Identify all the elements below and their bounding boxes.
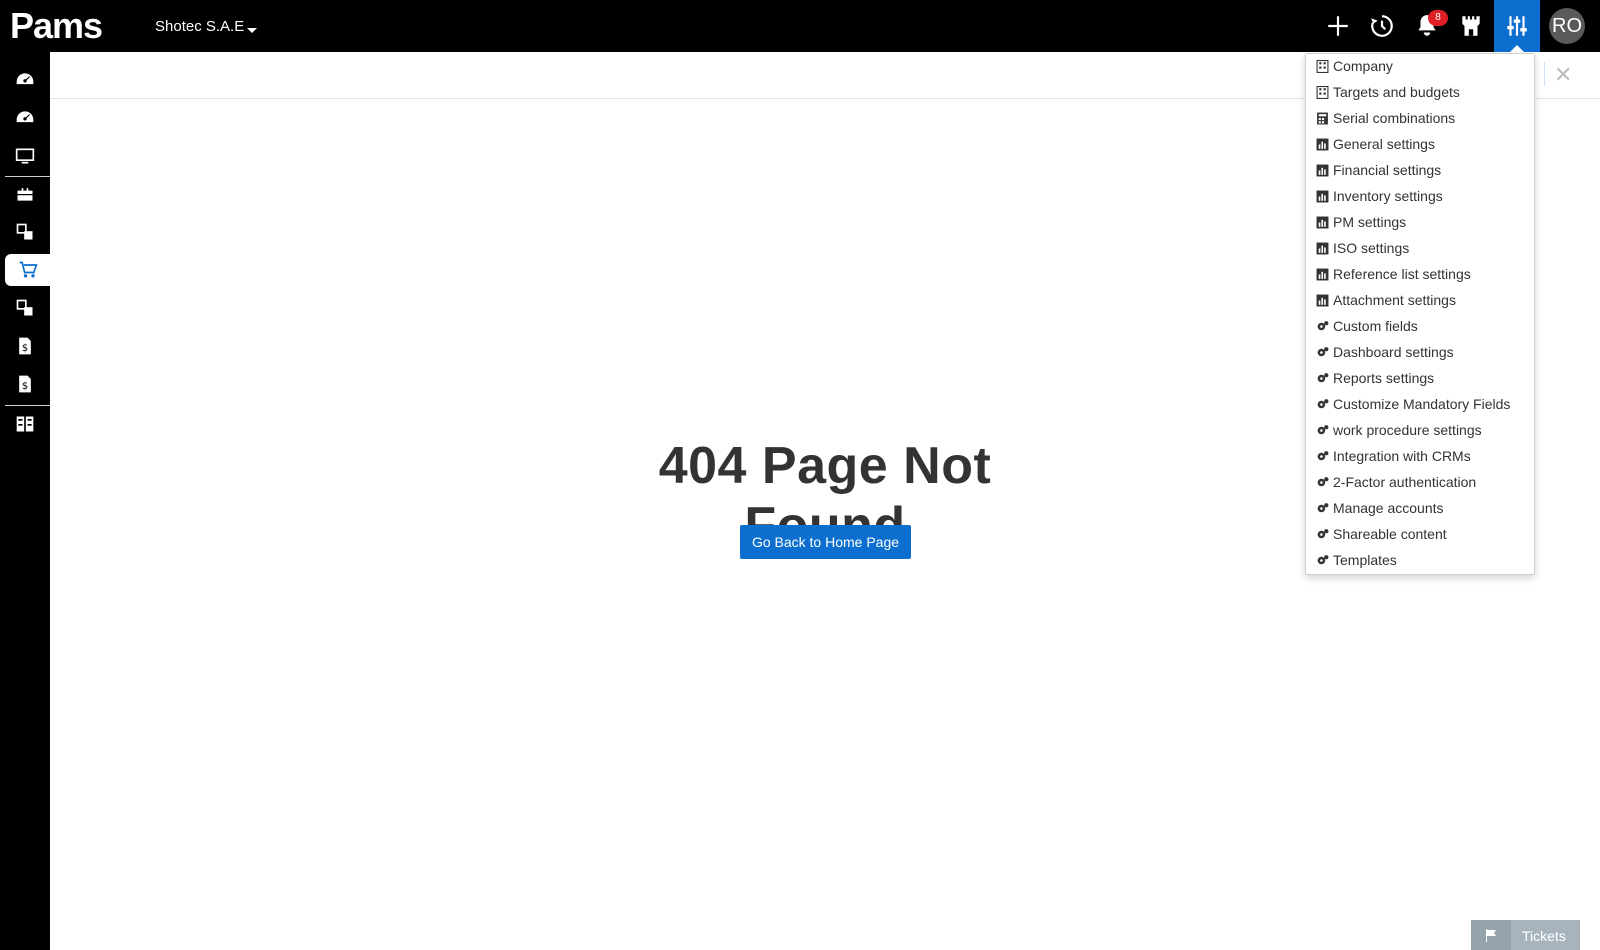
menu-item-inventory-settings[interactable]: Inventory settings <box>1316 184 1443 208</box>
dashboard-icon[interactable] <box>5 64 45 96</box>
notification-badge: 8 <box>1428 10 1448 26</box>
calculator-icon <box>1316 112 1329 125</box>
menu-item-manage-accounts[interactable]: Manage accounts <box>1316 496 1444 520</box>
chart-icon <box>1316 268 1329 281</box>
boxes-icon[interactable] <box>5 292 45 324</box>
menu-item-iso-settings[interactable]: ISO settings <box>1316 236 1409 260</box>
menu-item-templates[interactable]: Templates <box>1316 548 1397 572</box>
cart-icon[interactable] <box>5 254 50 286</box>
gears-icon <box>1316 502 1329 515</box>
go-home-button[interactable]: Go Back to Home Page <box>740 525 911 559</box>
chart-icon <box>1316 190 1329 203</box>
menu-item-reports-settings[interactable]: Reports settings <box>1316 366 1434 390</box>
gears-icon <box>1316 476 1329 489</box>
menu-item-dashboard-settings[interactable]: Dashboard settings <box>1316 340 1454 364</box>
svg-text:$: $ <box>22 343 28 354</box>
sidebar-divider <box>5 176 50 177</box>
menu-item-label: Inventory settings <box>1333 188 1443 204</box>
menu-item-label: Customize Mandatory Fields <box>1333 396 1511 412</box>
menu-item-integration-crms[interactable]: Integration with CRMs <box>1316 444 1471 468</box>
castle-icon[interactable] <box>1453 8 1489 44</box>
menu-item-label: Custom fields <box>1333 318 1418 334</box>
tickets-label: Tickets <box>1522 928 1566 944</box>
menu-item-custom-fields[interactable]: Custom fields <box>1316 314 1418 338</box>
app-logo[interactable]: Pams <box>10 6 103 46</box>
chevron-down-icon[interactable] <box>247 28 257 33</box>
dropdown-pointer <box>1510 45 1524 52</box>
gears-icon <box>1316 320 1329 333</box>
history-icon[interactable] <box>1364 8 1400 44</box>
menu-item-label: 2-Factor authentication <box>1333 474 1477 490</box>
chart-icon <box>1316 164 1329 177</box>
chart-icon <box>1316 138 1329 151</box>
menu-item-label: Templates <box>1333 552 1397 568</box>
chart-icon <box>1316 294 1329 307</box>
menu-item-label: Company <box>1333 58 1393 74</box>
divider <box>1544 62 1545 86</box>
gears-icon <box>1316 554 1329 567</box>
menu-item-work-procedure-settings[interactable]: work procedure settings <box>1316 418 1482 442</box>
menu-item-label: Reference list settings <box>1333 266 1471 282</box>
menu-item-general-settings[interactable]: General settings <box>1316 132 1435 156</box>
menu-item-label: Dashboard settings <box>1333 344 1454 360</box>
menu-item-company[interactable]: Company <box>1316 54 1393 78</box>
menu-item-label: General settings <box>1333 136 1435 152</box>
menu-item-reference-list-settings[interactable]: Reference list settings <box>1316 262 1471 286</box>
flag-icon <box>1471 920 1511 950</box>
gears-icon <box>1316 372 1329 385</box>
menu-item-two-factor-auth[interactable]: 2-Factor authentication <box>1316 470 1476 494</box>
close-icon[interactable]: ✕ <box>1554 62 1572 88</box>
menu-item-attachment-settings[interactable]: Attachment settings <box>1316 288 1456 312</box>
menu-item-label: Financial settings <box>1333 162 1442 178</box>
menu-item-label: Attachment settings <box>1333 292 1456 308</box>
dashboard-icon[interactable] <box>5 102 45 134</box>
svg-text:$: $ <box>22 381 28 392</box>
chart-icon <box>1316 242 1329 255</box>
top-bar: Pams Shotec S.A.E 8 RO <box>0 0 1600 52</box>
boxes-icon[interactable] <box>5 216 45 248</box>
tickets-button[interactable]: Tickets <box>1471 920 1580 950</box>
briefcase-icon[interactable] <box>5 178 45 210</box>
menu-item-shareable-content[interactable]: Shareable content <box>1316 522 1447 546</box>
menu-item-label: Manage accounts <box>1333 500 1444 516</box>
sliders-icon[interactable] <box>1499 8 1535 44</box>
menu-item-targets-budgets[interactable]: Targets and budgets <box>1316 80 1460 104</box>
monitor-icon[interactable] <box>5 140 45 172</box>
company-selector[interactable]: Shotec S.A.E <box>155 18 244 35</box>
menu-item-label: Targets and budgets <box>1333 84 1460 100</box>
gears-icon <box>1316 450 1329 463</box>
chart-icon <box>1316 216 1329 229</box>
building-icon <box>1316 85 1329 99</box>
plus-icon[interactable] <box>1320 8 1356 44</box>
menu-item-label: ISO settings <box>1333 240 1410 256</box>
menu-item-label: PM settings <box>1333 214 1407 230</box>
gears-icon <box>1316 346 1329 359</box>
gears-icon <box>1316 398 1329 411</box>
menu-item-label: Shareable content <box>1333 526 1447 542</box>
menu-item-label: Serial combinations <box>1333 110 1456 126</box>
menu-item-label: Reports settings <box>1333 370 1435 386</box>
menu-item-financial-settings[interactable]: Financial settings <box>1316 158 1441 182</box>
menu-item-serial-combinations[interactable]: Serial combinations <box>1316 106 1455 130</box>
invoice-icon[interactable]: $ <box>5 368 45 400</box>
menu-item-label: Integration with CRMs <box>1333 448 1471 464</box>
menu-item-pm-settings[interactable]: PM settings <box>1316 210 1406 234</box>
avatar[interactable]: RO <box>1549 8 1585 44</box>
grid-icon[interactable] <box>5 408 45 440</box>
settings-dropdown: Company Targets and budgets Serial combi… <box>1305 53 1535 575</box>
settings-tab-active[interactable] <box>1494 0 1540 52</box>
menu-item-label: work procedure settings <box>1333 422 1482 438</box>
menu-item-customize-mandatory-fields[interactable]: Customize Mandatory Fields <box>1316 392 1510 416</box>
sidebar-divider <box>5 405 50 406</box>
building-icon <box>1316 59 1329 73</box>
invoice-icon[interactable]: $ <box>5 330 45 362</box>
gears-icon <box>1316 424 1329 437</box>
gears-icon <box>1316 528 1329 541</box>
